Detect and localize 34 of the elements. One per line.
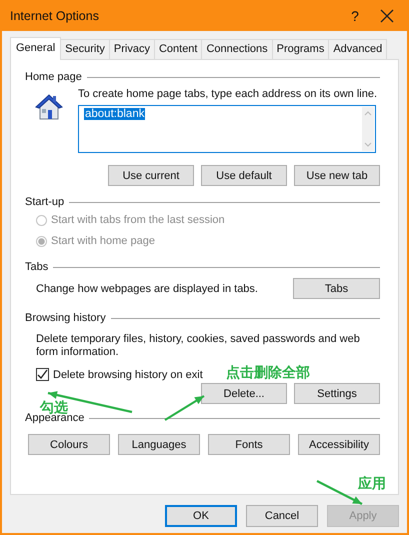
- section-heading: Browsing history: [25, 312, 106, 324]
- appearance-button[interactable]: Colours: [28, 434, 110, 455]
- scrollbar[interactable]: [362, 107, 374, 151]
- home-page-button[interactable]: Use new tab: [294, 165, 380, 186]
- window-title: Internet Options: [10, 8, 100, 22]
- section-heading: Start-up: [25, 196, 64, 208]
- browsing-history-description: Delete temporary files, history, cookies, saved passwords and web form information.: [35, 333, 361, 359]
- help-button[interactable]: ?: [332, 8, 378, 24]
- annotation-text: 应用: [358, 475, 386, 493]
- appearance-button[interactable]: Languages: [118, 434, 200, 455]
- home-page-button[interactable]: Use current: [108, 165, 194, 186]
- appearance-button[interactable]: Fonts: [208, 434, 290, 455]
- checkbox-label: Delete browsing history on exit: [53, 368, 203, 380]
- dialog-button[interactable]: OK: [165, 505, 237, 527]
- browsing-history-button[interactable]: Settings: [294, 383, 380, 404]
- checkbox[interactable]: [36, 368, 49, 381]
- radio-label: Start with tabs from the last session: [51, 214, 225, 226]
- dialog-button[interactable]: Cancel: [246, 505, 318, 527]
- tab[interactable]: General: [10, 37, 62, 60]
- house-icon: [34, 92, 64, 122]
- appearance-button[interactable]: Accessibility: [298, 434, 380, 455]
- tab[interactable]: Advanced: [328, 39, 388, 59]
- browsing-history-button[interactable]: Delete...: [201, 383, 287, 404]
- instruction-text: To create home page tabs, type each address on its own line.: [78, 88, 378, 100]
- close-icon[interactable]: [380, 8, 394, 22]
- home-page-value: about:blank: [84, 108, 146, 120]
- tabs-button[interactable]: Tabs: [293, 278, 380, 299]
- section-heading: Tabs: [25, 261, 48, 273]
- home-page-field[interactable]: about:blank: [78, 105, 376, 153]
- annotation-text: 点击删除全部: [226, 364, 310, 382]
- home-page-button[interactable]: Use default: [201, 165, 287, 186]
- radio-label: Start with home page: [51, 235, 155, 247]
- tabs-description: Change how webpages are displayed in tabs.: [36, 282, 258, 294]
- section-heading: Home page: [25, 71, 82, 83]
